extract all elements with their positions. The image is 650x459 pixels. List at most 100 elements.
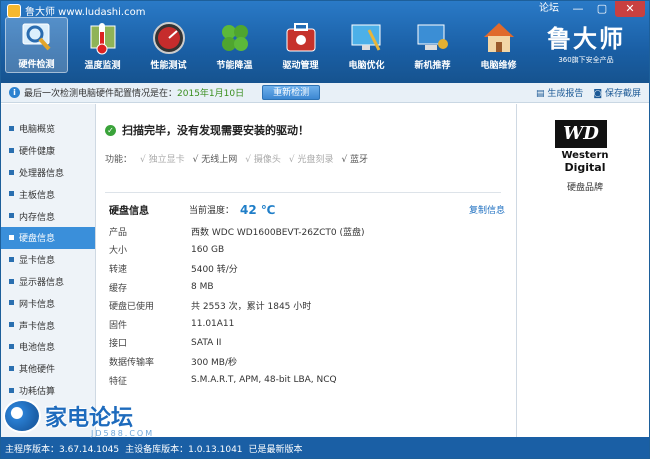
feature-wifi: √ 无线上网 xyxy=(192,155,238,165)
status-bar: 主程序版本：3.67.14.1045 主设备库版本：1.0.13.1041 已是… xyxy=(1,437,649,458)
table-row: 转速 5400 转/分 xyxy=(109,259,505,278)
temp-value: 42 ℃ xyxy=(240,202,276,217)
leaf-icon xyxy=(221,25,248,51)
feature-disc-burn: √ 光盘刻录 xyxy=(288,155,334,165)
sidebar-item-disk[interactable]: 硬盘信息 xyxy=(1,226,95,249)
feature-camera: √ 摄像头 xyxy=(245,155,281,165)
brand-pane: WD Western Digital 硬盘品牌 xyxy=(516,104,649,437)
nav-label: 性能测试 xyxy=(150,61,187,71)
gauge-icon xyxy=(152,22,185,54)
save-screenshot-label: 保存截屏 xyxy=(604,89,641,99)
camera-icon: ◙ xyxy=(593,89,605,99)
sidebar-item-motherboard[interactable]: 主板信息 xyxy=(1,183,95,205)
nav-label: 温度监测 xyxy=(84,61,121,71)
sidebar-item-network[interactable]: 网卡信息 xyxy=(1,292,95,314)
nav-label: 驱动管理 xyxy=(282,61,319,71)
last-check-text: 最后一次检测电脑硬件配置情况是在： xyxy=(24,89,178,99)
sidebar-item-cpu[interactable]: 处理器信息 xyxy=(1,162,95,184)
report-icon: ▤ xyxy=(536,89,548,99)
nav-performance[interactable]: 性能测试 xyxy=(137,17,200,73)
sidebar-item-gpu[interactable]: 显卡信息 xyxy=(1,249,95,271)
info-actions: ▤ 生成报告 ◙ 保存截屏 xyxy=(536,86,641,99)
sidebar-item-battery[interactable]: 电池信息 xyxy=(1,336,95,358)
window-title-text: 鲁大师 www.ludashi.com xyxy=(25,7,146,18)
row-key: 缓存 xyxy=(109,283,128,294)
magnifier-icon xyxy=(22,23,50,51)
window-title: 鲁大师 www.ludashi.com xyxy=(7,3,145,18)
nav-pc-repair[interactable]: 电脑维修 xyxy=(467,17,530,73)
scan-result: ✓ 扫描完毕，没有发现需要安装的驱动！ xyxy=(105,122,309,138)
table-row: 硬盘已使用 共 2553 次，累计 1845 小时 xyxy=(109,296,505,315)
row-value: 8 MB xyxy=(191,282,214,293)
row-key: 大小 xyxy=(109,246,128,257)
info-icon: i xyxy=(9,87,20,98)
program-version: 主程序版本：3.67.14.1045 xyxy=(5,444,120,455)
sidebar-item-sound[interactable]: 声卡信息 xyxy=(1,314,95,336)
row-key: 数据传输率 xyxy=(109,357,155,368)
disk-brand-label: 硬盘品牌 xyxy=(566,183,603,193)
last-check-date: 2015年1月10日 xyxy=(177,89,245,99)
nav-label: 新机推荐 xyxy=(414,61,451,71)
info-bar: i 最后一次检测电脑硬件配置情况是在： 2015年1月10日 重新检测 ▤ 生成… xyxy=(1,83,649,103)
sidebar-item-health[interactable]: 硬件健康 xyxy=(1,140,95,162)
copy-info-link[interactable]: 复制信息 xyxy=(469,203,505,216)
wd-name-line2: Digital xyxy=(564,161,606,174)
feature-label: 功能： xyxy=(105,155,133,165)
nav-new-pc[interactable]: 新机推荐 xyxy=(401,17,464,73)
row-key: 固件 xyxy=(109,320,128,331)
brand-tagline: 360旗下安全产品 xyxy=(558,56,614,64)
row-value: 5400 转/分 xyxy=(191,264,238,275)
main-panel: ✓ 扫描完毕，没有发现需要安装的驱动！ 功能： √ 独立显卡 √ 无线上网 √ … xyxy=(97,104,515,437)
nav-label: 电脑维修 xyxy=(480,61,517,71)
nav-pc-optimize[interactable]: 电脑优化 xyxy=(335,17,398,73)
generate-report-link[interactable]: ▤ 生成报告 xyxy=(536,86,583,99)
table-row: 产品 西数 WDC WD1600BEVT-26ZCT0 (蓝盘) xyxy=(109,222,505,241)
wd-name-line1: Western xyxy=(561,150,609,161)
row-key: 特征 xyxy=(109,376,128,387)
house-icon xyxy=(483,23,514,52)
thermometer-icon xyxy=(90,23,115,55)
nav-driver-manage[interactable]: 驱动管理 xyxy=(269,17,332,73)
title-bar: 鲁大师 www.ludashi.com 论坛 — ▢ ✕ 硬件检测 温度监测 性… xyxy=(1,1,649,83)
sidebar-item-monitor[interactable]: 显示器信息 xyxy=(1,271,95,293)
nav-label: 节能降温 xyxy=(216,61,253,71)
row-key: 产品 xyxy=(109,227,128,238)
feature-list: 功能： √ 独立显卡 √ 无线上网 √ 摄像头 √ 光盘刻录 √ 蓝牙 xyxy=(105,152,368,165)
table-row: 数据传输率 300 MB/秒 xyxy=(109,352,505,371)
table-row: 接口 SATA II xyxy=(109,334,505,353)
nav-power-saving[interactable]: 节能降温 xyxy=(203,17,266,73)
table-row: 大小 160 GB xyxy=(109,241,505,260)
table-row: 固件 11.01A11 xyxy=(109,315,505,334)
row-value: 160 GB xyxy=(191,244,225,255)
main-nav: 硬件检测 温度监测 性能测试 节能降温 驱动管理 电脑优化 新机推荐 电脑维修 xyxy=(5,17,533,73)
row-value: SATA II xyxy=(191,337,222,348)
brand-area: 鲁大师 360旗下安全产品 xyxy=(531,15,641,77)
monitor-broom-icon xyxy=(351,24,380,51)
computer-ribbon-icon xyxy=(417,24,448,50)
disk-heading: 硬盘信息 xyxy=(109,206,149,217)
divider xyxy=(105,192,501,193)
nav-hardware-detect[interactable]: 硬件检测 xyxy=(5,17,68,73)
scan-message: 扫描完毕，没有发现需要安装的驱动！ xyxy=(122,124,309,137)
toolbox-icon xyxy=(286,23,315,52)
sidebar-item-other[interactable]: 其他硬件 xyxy=(1,358,95,380)
disk-info-table: 产品 西数 WDC WD1600BEVT-26ZCT0 (蓝盘) 大小 160 GB… xyxy=(109,222,505,389)
recheck-button[interactable]: 重新检测 xyxy=(262,85,321,100)
nav-label: 电脑优化 xyxy=(348,61,385,71)
check-icon: ✓ xyxy=(105,124,116,136)
sidebar-item-power[interactable]: 功耗估算 xyxy=(1,380,95,402)
nav-temperature[interactable]: 温度监测 xyxy=(71,17,134,73)
save-screenshot-link[interactable]: ◙ 保存截屏 xyxy=(593,86,641,99)
app-window: 鲁大师 www.ludashi.com 论坛 — ▢ ✕ 硬件检测 温度监测 性… xyxy=(0,0,650,459)
update-status: 已是最新版本 xyxy=(248,444,303,455)
feature-discrete-gpu: √ 独立显卡 xyxy=(140,155,185,165)
row-key: 转速 xyxy=(109,264,128,275)
row-value: 300 MB/秒 xyxy=(191,357,238,368)
table-row: 特征 S.M.A.R.T, APM, 48-bit LBA, NCQ xyxy=(109,371,505,390)
app-logo-icon xyxy=(7,3,21,18)
row-value: 共 2553 次，累计 1845 小时 xyxy=(191,302,312,313)
sidebar-item-overview[interactable]: 电脑概览 xyxy=(1,118,95,140)
row-value: 西数 WDC WD1600BEVT-26ZCT0 (蓝盘) xyxy=(191,227,365,238)
sidebar-item-memory[interactable]: 内存信息 xyxy=(1,205,95,227)
row-value: 11.01A11 xyxy=(191,319,235,330)
